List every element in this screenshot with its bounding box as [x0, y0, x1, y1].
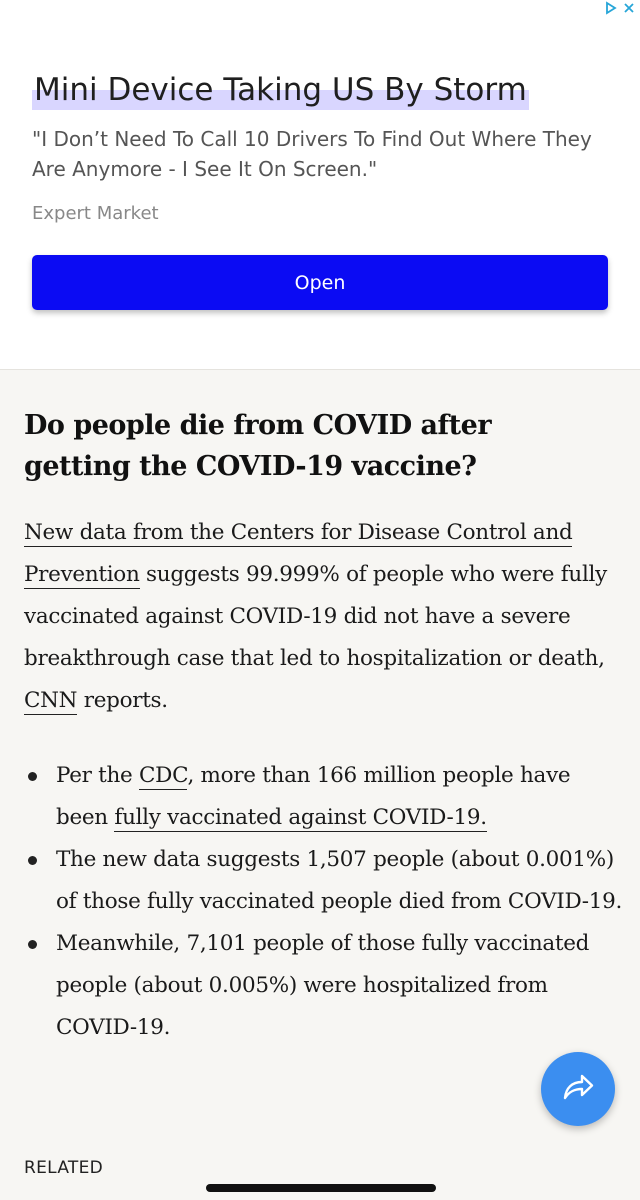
adchoices-icon[interactable]: [604, 1, 618, 15]
bullet-icon: [28, 940, 37, 949]
related-section-label: RELATED: [24, 1158, 104, 1178]
cdc-short-link[interactable]: CDC: [138, 763, 188, 790]
bullet-list: Per the CDC, more than 166 million peopl…: [24, 755, 624, 1049]
list-item: Per the CDC, more than 166 million peopl…: [24, 755, 624, 839]
advertisement[interactable]: Mini Device Taking US By Storm "I Don’t …: [0, 0, 640, 370]
divider: [0, 369, 640, 370]
article-heading: Do people die from COVID after getting t…: [24, 410, 492, 482]
article-paragraph: New data from the Centers for Disease Co…: [24, 512, 624, 722]
ad-body-text: "I Don’t Need To Call 10 Drivers To Find…: [32, 127, 592, 181]
ad-headline[interactable]: Mini Device Taking US By Storm: [32, 68, 529, 112]
share-arrow-icon: [559, 1068, 597, 1110]
cnn-link[interactable]: CNN: [24, 688, 77, 715]
share-button[interactable]: [541, 1052, 615, 1126]
ad-choices[interactable]: [596, 0, 640, 16]
bullet-text: Per the: [56, 763, 139, 788]
paragraph-text-end: reports.: [77, 688, 168, 713]
bullet-icon: [28, 772, 37, 781]
list-item: Meanwhile, 7,101 people of those fully v…: [24, 923, 624, 1049]
bullet-text: The new data suggests 1,507 people (abou…: [56, 847, 623, 914]
bullet-text: Meanwhile, 7,101 people of those fully v…: [56, 931, 590, 1040]
fully-vaccinated-link[interactable]: fully vaccinated against COVID-19.: [114, 805, 487, 832]
ad-source: Expert Market: [32, 203, 159, 224]
close-icon[interactable]: [622, 1, 636, 15]
list-item: The new data suggests 1,507 people (abou…: [24, 839, 624, 923]
open-button[interactable]: Open: [32, 255, 608, 310]
home-indicator[interactable]: [206, 1184, 436, 1192]
bullet-icon: [28, 856, 37, 865]
